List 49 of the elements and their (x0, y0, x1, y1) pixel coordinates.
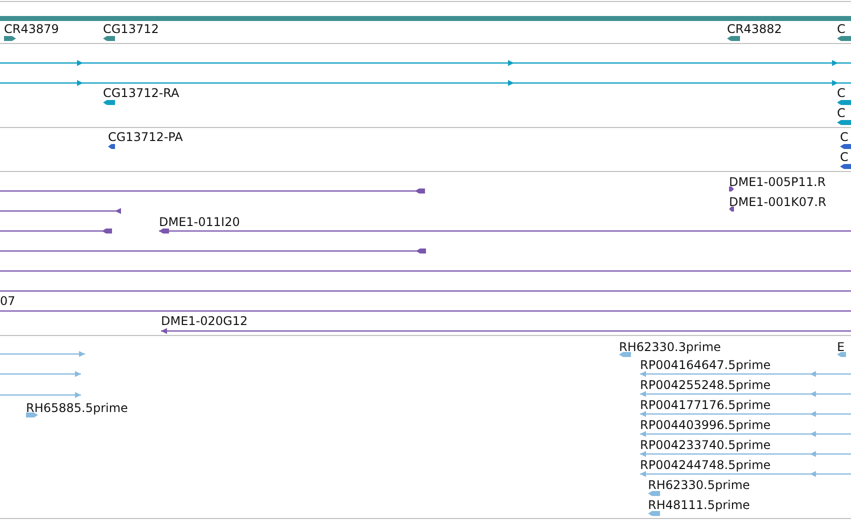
feature-label[interactable]: E (837, 340, 845, 354)
feature-glyph[interactable] (4, 36, 16, 41)
feature-label[interactable]: RH48111.5prime (648, 498, 750, 512)
feature-label[interactable]: CG13712 (103, 22, 159, 36)
feature-label[interactable]: DME1-020G12 (161, 314, 248, 328)
feature-glyph[interactable] (729, 206, 734, 212)
feature-label[interactable]: DME1-001K07.R (729, 195, 826, 209)
feature-label[interactable]: RH65885.5prime (26, 401, 128, 415)
feature-label[interactable]: RP004255248.5prime (640, 378, 771, 392)
feature-line[interactable] (0, 60, 851, 66)
feature-label[interactable]: C (837, 86, 846, 100)
feature-glyph[interactable] (840, 144, 851, 149)
feature-glyph[interactable] (103, 36, 115, 41)
feature-label[interactable]: CG13712-PA (108, 130, 183, 144)
feature-label[interactable]: CG13712-RA (103, 86, 180, 100)
feature-glyph[interactable] (729, 186, 734, 192)
feature-line[interactable] (161, 328, 851, 334)
feature-label[interactable]: C (840, 130, 848, 144)
feature-line[interactable] (0, 228, 112, 234)
feature-glyph[interactable] (837, 120, 851, 125)
feature-line[interactable] (0, 248, 426, 254)
feature-label[interactable]: RP004164647.5prime (640, 358, 771, 372)
feature-label[interactable]: 07 (0, 294, 16, 308)
feature-glyph[interactable] (840, 164, 851, 169)
feature-line[interactable] (0, 270, 851, 272)
feature-label[interactable]: CR43882 (727, 22, 782, 36)
feature-line[interactable] (0, 208, 121, 214)
feature-label[interactable]: C (837, 106, 846, 120)
feature-label[interactable]: RP004233740.5prime (640, 438, 771, 452)
feature-glyph[interactable] (837, 36, 851, 41)
feature-line[interactable] (0, 290, 851, 292)
feature-label[interactable]: RH62330.3prime (619, 340, 721, 354)
feature-label[interactable]: RP004177176.5prime (640, 398, 771, 412)
feature-label[interactable]: DME1-011I20 (159, 215, 240, 229)
feature-label[interactable]: CR43879 (4, 22, 59, 36)
feature-line[interactable] (0, 188, 425, 194)
feature-glyph[interactable] (837, 100, 851, 105)
feature-label[interactable]: RP004403996.5prime (640, 418, 771, 432)
feature-label[interactable]: RH62330.5prime (648, 478, 750, 492)
feature-label[interactable]: RP004244748.5prime (640, 458, 771, 472)
feature-label[interactable]: C (840, 150, 848, 164)
feature-line[interactable] (159, 228, 851, 234)
feature-label[interactable]: C (837, 22, 846, 36)
feature-label[interactable]: DME1-005P11.R (729, 175, 826, 189)
feature-glyph[interactable] (727, 36, 740, 41)
feature-line[interactable] (0, 310, 851, 312)
feature-glyph[interactable] (108, 144, 115, 149)
feature-line[interactable] (0, 80, 851, 86)
feature-glyph[interactable] (103, 100, 115, 105)
